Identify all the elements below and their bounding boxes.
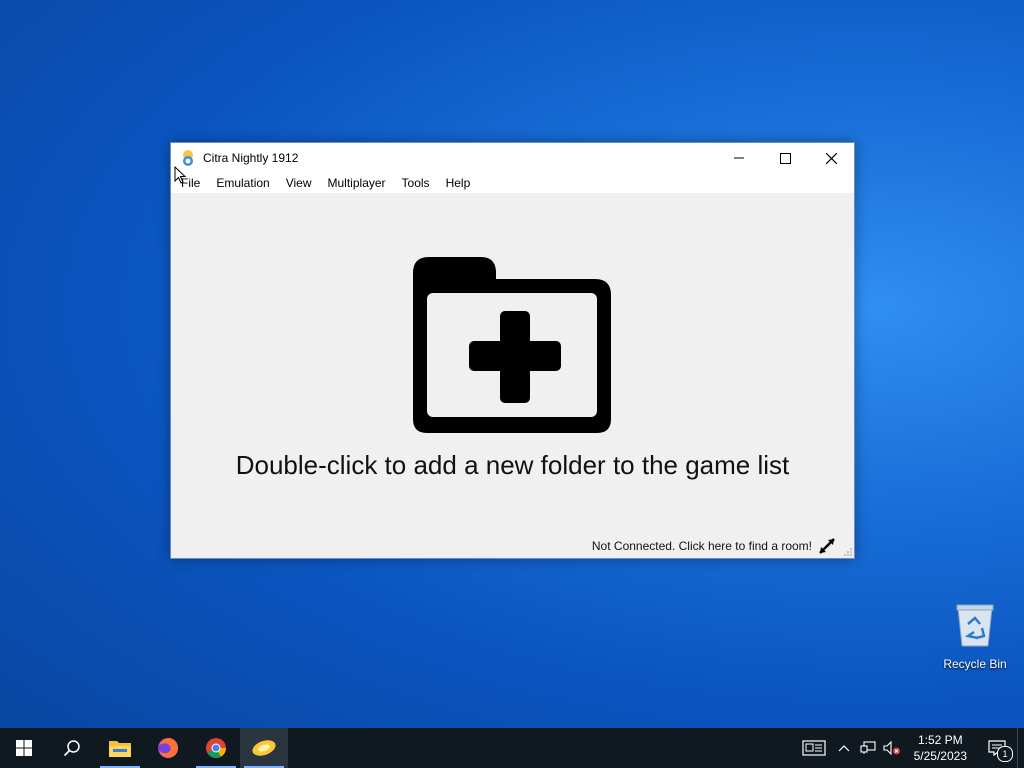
notification-count-badge: 1: [997, 746, 1013, 762]
clock-date: 5/25/2023: [913, 749, 967, 763]
citra-app-icon: [183, 150, 193, 166]
system-tray: 1:52 PM 5/25/2023 1: [796, 728, 1024, 768]
news-icon: [802, 740, 826, 756]
recycle-bin[interactable]: Recycle Bin: [940, 602, 1010, 671]
news-button[interactable]: [796, 728, 832, 768]
multiplayer-status[interactable]: Not Connected. Click here to find a room…: [592, 539, 812, 553]
menu-emulation[interactable]: Emulation: [208, 176, 277, 190]
minimize-button[interactable]: [716, 143, 762, 173]
mouse-cursor-icon: [174, 166, 186, 184]
chrome-icon: [206, 738, 226, 759]
windows-logo-icon: [16, 740, 32, 756]
menu-tools[interactable]: Tools: [394, 176, 438, 190]
search-icon: [63, 740, 80, 757]
network-disconnected-icon[interactable]: [818, 537, 836, 555]
firefox-taskbar-button[interactable]: [144, 728, 192, 768]
firefox-icon: [158, 738, 178, 758]
citra-taskbar-button[interactable]: [240, 728, 288, 768]
recycle-bin-icon: [956, 604, 994, 647]
resize-grip-icon[interactable]: [844, 548, 852, 556]
empty-list-hint: Double-click to add a new folder to the …: [235, 450, 790, 480]
file-explorer-taskbar-button[interactable]: [96, 728, 144, 768]
maximize-icon: [779, 152, 791, 164]
menu-view[interactable]: View: [278, 176, 320, 190]
minimize-icon: [734, 157, 744, 159]
title-bar[interactable]: Citra Nightly 1912: [171, 143, 854, 173]
start-button[interactable]: [0, 728, 48, 768]
search-button[interactable]: [48, 728, 96, 768]
chrome-taskbar-button[interactable]: [192, 728, 240, 768]
chevron-up-icon: [838, 745, 850, 752]
status-bar: Not Connected. Click here to find a room…: [171, 534, 854, 558]
action-center-button[interactable]: 1: [977, 728, 1017, 768]
taskbar: 1:52 PM 5/25/2023 1: [0, 728, 1024, 768]
recycle-bin-label: Recycle Bin: [943, 657, 1007, 671]
maximize-button[interactable]: [762, 143, 808, 173]
volume-tray-button[interactable]: [880, 728, 904, 768]
close-button[interactable]: [808, 143, 854, 173]
show-hidden-icons-button[interactable]: [832, 728, 856, 768]
network-tray-button[interactable]: [856, 728, 880, 768]
volume-muted-icon: [883, 741, 900, 755]
window-title: Citra Nightly 1912: [203, 151, 299, 165]
menu-bar: File Emulation View Multiplayer Tools He…: [171, 173, 854, 193]
add-folder-icon[interactable]: [411, 255, 613, 435]
clock[interactable]: 1:52 PM 5/25/2023: [904, 732, 977, 764]
game-list-area[interactable]: Double-click to add a new folder to the …: [171, 193, 854, 536]
citra-app-icon: [252, 740, 276, 756]
show-desktop-button[interactable]: [1017, 728, 1024, 768]
folder-icon: [109, 741, 131, 757]
menu-help[interactable]: Help: [438, 176, 479, 190]
network-icon: [860, 741, 876, 754]
menu-multiplayer[interactable]: Multiplayer: [320, 176, 394, 190]
citra-window[interactable]: Citra Nightly 1912 File Emulation View M…: [170, 142, 855, 559]
close-icon: [825, 152, 837, 164]
clock-time: 1:52 PM: [917, 733, 963, 747]
